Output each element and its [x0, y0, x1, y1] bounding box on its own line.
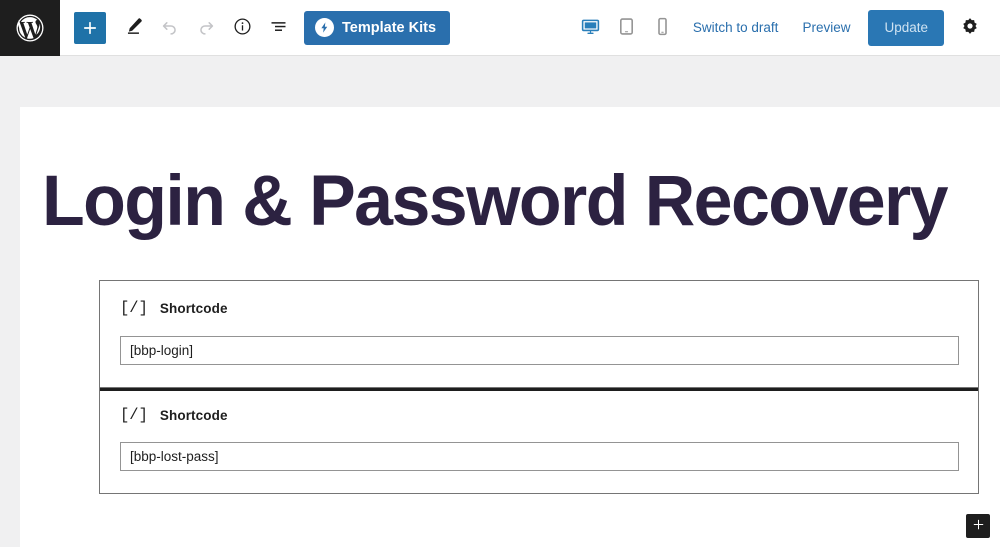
toolbar-right-group: Switch to draft Preview Update: [573, 8, 1000, 48]
add-block-inserter-button[interactable]: [74, 11, 106, 44]
editor-toolbar: Template Kits Switch to draft Preview Up…: [0, 0, 1000, 56]
template-kits-badge-icon: [315, 18, 334, 37]
block-title-label: Shortcode: [159, 301, 228, 317]
block-header: [/] Shortcode: [120, 405, 958, 424]
list-view-icon: [268, 16, 289, 40]
mobile-icon: [652, 16, 673, 40]
template-kits-label: Template Kits: [342, 19, 437, 36]
block-header: [/] Shortcode: [120, 299, 958, 317]
redo-button[interactable]: [188, 10, 224, 46]
wordpress-logo-button[interactable]: [0, 0, 60, 56]
shortcode-input[interactable]: [120, 335, 959, 365]
editor-canvas: Login & Password Recovery [/] Shortcode …: [20, 107, 1000, 547]
preview-button[interactable]: Preview: [790, 12, 862, 43]
undo-button[interactable]: [152, 10, 188, 46]
gear-icon: [960, 16, 980, 39]
shortcode-icon: [/]: [120, 299, 148, 317]
page-title[interactable]: Login & Password Recovery: [42, 164, 949, 240]
settings-sidebar-button[interactable]: [950, 8, 990, 48]
template-kits-button[interactable]: Template Kits: [304, 10, 451, 45]
desktop-icon: [580, 16, 601, 40]
switch-to-draft-button[interactable]: Switch to draft: [681, 12, 791, 43]
toolbar-left-group: Template Kits: [60, 10, 451, 46]
update-button[interactable]: Update: [868, 9, 944, 46]
plus-icon: [971, 517, 986, 535]
edit-tool-button[interactable]: [116, 10, 152, 46]
shortcode-icon: [/]: [120, 405, 148, 424]
append-block-button[interactable]: [966, 514, 990, 538]
list-view-button[interactable]: [260, 10, 296, 46]
info-icon: [232, 16, 253, 40]
pencil-icon: [123, 15, 145, 40]
shortcode-block[interactable]: [/] Shortcode: [99, 387, 979, 494]
preview-tablet-button[interactable]: [609, 10, 645, 46]
wordpress-icon: [15, 13, 45, 43]
redo-icon: [195, 15, 217, 40]
plus-icon: [80, 18, 100, 38]
tablet-icon: [616, 16, 637, 40]
shortcode-input[interactable]: [120, 442, 959, 471]
document-info-button[interactable]: [224, 10, 260, 46]
shortcode-block[interactable]: [/] Shortcode: [99, 280, 979, 388]
preview-mobile-button[interactable]: [645, 10, 681, 46]
block-list: [/] Shortcode [/] Shortcode: [99, 280, 979, 494]
undo-icon: [159, 15, 181, 40]
block-title-label: Shortcode: [159, 407, 228, 423]
block-selection-divider: [100, 387, 978, 391]
preview-desktop-button[interactable]: [573, 10, 609, 46]
